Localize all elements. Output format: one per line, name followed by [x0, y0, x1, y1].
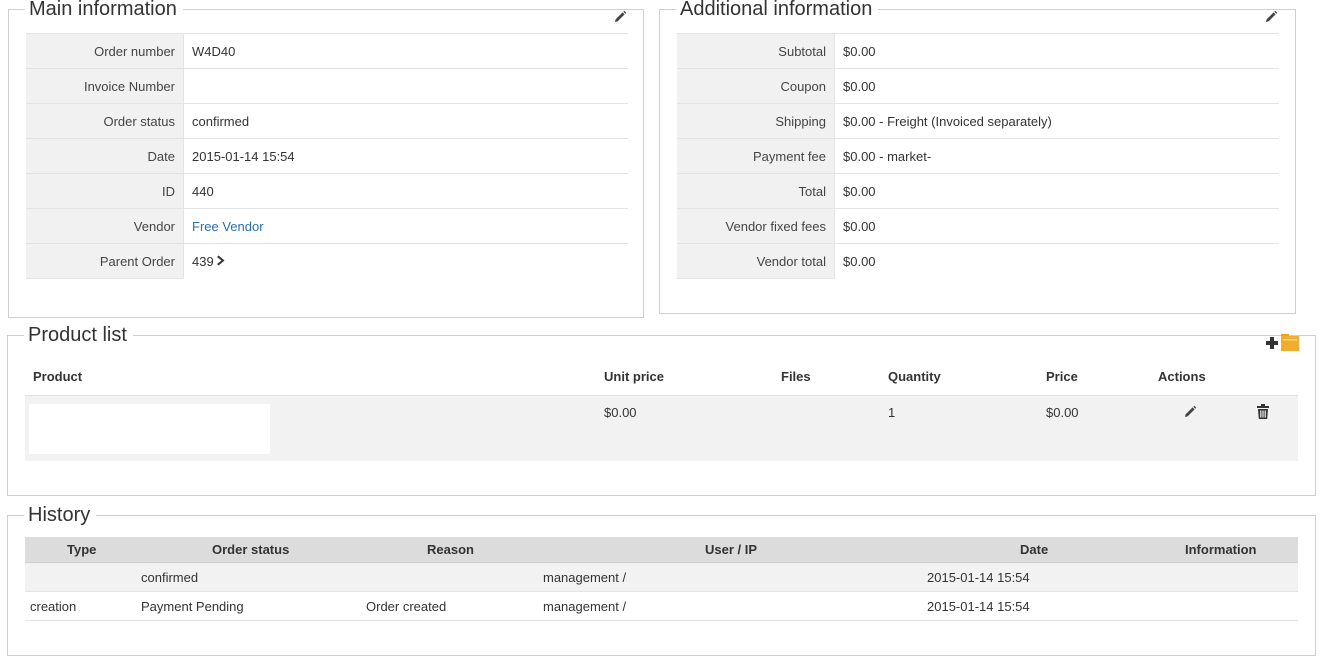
table-row: Vendor fixed fees $0.00 — [677, 208, 1279, 244]
edit-product-button[interactable] — [1183, 405, 1197, 419]
coupon-value: $0.00 — [834, 68, 1279, 104]
table-row: confirmed management / 2015-01-14 15:54 — [25, 563, 1298, 592]
table-row: Order status confirmed — [26, 103, 628, 139]
id-label: ID — [26, 173, 184, 209]
table-row: Subtotal $0.00 — [677, 33, 1279, 69]
chevron-right-icon — [217, 255, 225, 266]
table-row: Parent Order 439 — [26, 243, 628, 279]
history-date: 2015-01-14 15:54 — [927, 570, 1030, 585]
vendor-total-value: $0.00 — [834, 243, 1279, 279]
date-header: Date — [1020, 542, 1049, 557]
price-value: $0.00 — [1046, 405, 1079, 420]
table-row: Payment fee $0.00 - market- — [677, 138, 1279, 174]
table-row: Coupon $0.00 — [677, 68, 1279, 104]
add-from-list-button[interactable] — [1281, 334, 1299, 351]
table-row: Vendor total $0.00 — [677, 243, 1279, 279]
table-row: creation Payment Pending Order created m… — [25, 592, 1298, 621]
history-user-ip: management / — [543, 570, 627, 585]
product-list-panel: Product list Product Unit price Files Qu… — [7, 324, 1316, 496]
payment-fee-label: Payment fee — [677, 138, 835, 174]
trash-icon — [1257, 404, 1269, 419]
row-shade-left — [25, 563, 740, 591]
folder-icon — [1281, 334, 1299, 351]
shipping-label: Shipping — [677, 103, 835, 139]
coupon-label: Coupon — [677, 68, 835, 104]
total-value: $0.00 — [834, 173, 1279, 209]
vendor-link[interactable]: Free Vendor — [192, 219, 264, 234]
order-number-value: W4D40 — [183, 33, 628, 69]
vendor-total-label: Vendor total — [677, 243, 835, 279]
history-user-ip: management / — [543, 599, 627, 614]
pencil-icon — [1266, 10, 1278, 22]
invoice-number-value — [183, 68, 628, 104]
total-label: Total — [677, 173, 835, 209]
date-value: 2015-01-14 15:54 — [183, 138, 628, 174]
table-row: Invoice Number — [26, 68, 628, 104]
additional-information-panel: Additional information Subtotal $0.00 Co… — [659, 0, 1296, 314]
parent-order-value: 439 — [192, 253, 214, 269]
table-row: Order number W4D40 — [26, 33, 628, 69]
price-header: Price — [1046, 369, 1078, 384]
id-value: 440 — [183, 173, 628, 209]
files-header: Files — [781, 369, 811, 384]
vendor-fixed-fees-value: $0.00 — [834, 208, 1279, 244]
pencil-icon — [1185, 405, 1197, 417]
actions-header: Actions — [1158, 369, 1206, 384]
parent-order-label: Parent Order — [26, 243, 184, 279]
unit-price-header: Unit price — [604, 369, 664, 384]
history-date: 2015-01-14 15:54 — [927, 599, 1030, 614]
history-type: creation — [30, 599, 77, 614]
order-status-label: Order status — [26, 103, 184, 139]
parent-order-link[interactable] — [217, 254, 226, 269]
quantity-value: 1 — [888, 405, 896, 420]
product-header: Product — [33, 369, 83, 384]
order-status-value: confirmed — [183, 103, 628, 139]
information-header: Information — [1185, 542, 1257, 557]
edit-additional-info-button[interactable] — [1263, 9, 1279, 25]
history-reason: Order created — [366, 599, 447, 614]
quantity-header: Quantity — [888, 369, 941, 384]
history-panel: History Type Order status Reason User / … — [7, 504, 1316, 656]
product-name-cell — [29, 404, 270, 454]
history-order-status: confirmed — [141, 570, 199, 585]
pencil-icon — [615, 10, 627, 22]
order-status-header: Order status — [212, 542, 290, 557]
additional-information-title: Additional information — [676, 0, 879, 20]
table-row: ID 440 — [26, 173, 628, 209]
unit-price-value: $0.00 — [604, 405, 637, 420]
table-row: Shipping $0.00 - Freight (Invoiced separ… — [677, 103, 1279, 139]
reason-header: Reason — [427, 542, 474, 557]
table-row: $0.00 1 $0.00 — [25, 395, 1298, 461]
table-row: Vendor Free Vendor — [26, 208, 628, 244]
product-list-title: Product list — [24, 324, 133, 346]
parent-order-cell: 439 — [183, 243, 628, 279]
invoice-number-label: Invoice Number — [26, 68, 184, 104]
vendor-fixed-fees-label: Vendor fixed fees — [677, 208, 835, 244]
vendor-cell: Free Vendor — [183, 208, 628, 244]
table-row: Total $0.00 — [677, 173, 1279, 209]
edit-main-info-button[interactable] — [612, 9, 628, 25]
user-ip-header: User / IP — [705, 542, 758, 557]
delete-product-button[interactable] — [1257, 404, 1269, 419]
main-information-title: Main information — [25, 0, 183, 20]
history-table-header: Type Order status Reason User / IP Date … — [25, 537, 1298, 563]
subtotal-label: Subtotal — [677, 33, 835, 69]
main-information-panel: Main information Order number W4D40 Invo… — [8, 0, 644, 318]
date-label: Date — [26, 138, 184, 174]
plus-icon — [1266, 337, 1278, 349]
add-product-button[interactable] — [1265, 336, 1279, 350]
order-number-label: Order number — [26, 33, 184, 69]
vendor-label: Vendor — [26, 208, 184, 244]
subtotal-value: $0.00 — [834, 33, 1279, 69]
type-header: Type — [67, 542, 97, 557]
history-order-status: Payment Pending — [141, 599, 244, 614]
history-title: History — [24, 504, 97, 526]
table-row: Date 2015-01-14 15:54 — [26, 138, 628, 174]
payment-fee-value: $0.00 - market- — [834, 138, 1279, 174]
main-information-table: Order number W4D40 Invoice Number Order … — [26, 33, 628, 279]
additional-information-table: Subtotal $0.00 Coupon $0.00 Shipping $0.… — [677, 33, 1279, 279]
shipping-value: $0.00 - Freight (Invoiced separately) — [834, 103, 1279, 139]
